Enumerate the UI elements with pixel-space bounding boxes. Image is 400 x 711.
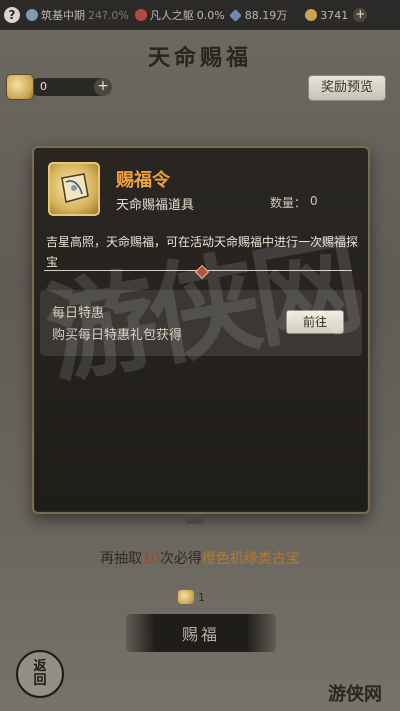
- bottleneck-icon: [134, 9, 147, 21]
- item-token-icon: [48, 162, 100, 216]
- daily-offer-card: 每日特惠 购买每日特惠礼包获得 前往: [40, 290, 362, 356]
- quantity-value: 0: [310, 194, 318, 208]
- go-button[interactable]: 前往: [286, 310, 344, 334]
- realm-indicator[interactable]: 筑基中期 24?.0%: [26, 7, 129, 23]
- offer-description: 购买每日特惠礼包获得: [52, 328, 183, 343]
- draw-hint-reward: 橙色机缘类古宝: [201, 551, 300, 567]
- token-cost-icon: [178, 590, 194, 604]
- corner-watermark: 游侠网: [328, 684, 382, 705]
- draw-button[interactable]: 赐福: [126, 614, 276, 652]
- spirit-stone-indicator[interactable]: 88.19万: [228, 7, 288, 23]
- draw-hint: 再抽取10次必得橙色机缘类古宝: [0, 548, 400, 568]
- bottleneck-indicator[interactable]: 凡人之躯 0.0%: [134, 7, 225, 23]
- token-count-pill: 0 +: [30, 78, 112, 96]
- dialog-handle: [186, 516, 204, 524]
- add-token-button[interactable]: +: [94, 78, 112, 96]
- bottleneck-progress: 0.0%: [196, 8, 225, 22]
- item-name: 赐福令: [116, 170, 170, 191]
- reward-preview-button[interactable]: 奖励预览: [308, 75, 386, 101]
- draw-cost-value: 1: [198, 590, 205, 604]
- currency-plus-icon[interactable]: +: [353, 8, 368, 22]
- back-label-top: 返: [33, 659, 47, 674]
- help-icon[interactable]: ?: [4, 7, 20, 23]
- spirit-stone-icon: [228, 8, 242, 22]
- draw-cost: 1: [178, 590, 205, 604]
- draw-hint-count: 10: [142, 551, 160, 567]
- realm-icon: [26, 9, 38, 21]
- status-bar: ? 筑基中期 24?.0% 凡人之躯 0.0% 88.19万 3741 +: [0, 0, 400, 30]
- currency-value: 3741: [320, 8, 349, 22]
- realm-progress: 24?.0%: [88, 8, 129, 22]
- page-title: 天命赐福: [147, 45, 252, 71]
- item-info-dialog: 赐福令 天命赐福道具 数量： 0 吉星高照，天命赐福，可在活动天命赐福中进行一次…: [32, 146, 370, 514]
- currency-icon: [305, 9, 318, 21]
- back-label-bottom: 回: [33, 673, 47, 688]
- offer-title: 每日特惠: [52, 306, 105, 321]
- item-token-glyph: [61, 173, 89, 203]
- realm-label: 筑基中期: [41, 9, 85, 22]
- token-bag-icon: [6, 74, 34, 100]
- item-type: 天命赐福道具: [116, 198, 195, 213]
- draw-hint-mid: 次必得: [159, 551, 202, 567]
- bottleneck-label: 凡人之躯: [149, 9, 194, 22]
- quantity-label: 数量：: [270, 196, 307, 210]
- token-counter: 0 +: [6, 74, 118, 100]
- draw-hint-prefix: 再抽取: [100, 551, 143, 567]
- back-button[interactable]: 返 回: [16, 650, 64, 698]
- currency-indicator[interactable]: 3741 +: [305, 8, 368, 22]
- spirit-stone-value: 88.19万: [244, 9, 288, 22]
- token-count: 0: [40, 80, 47, 93]
